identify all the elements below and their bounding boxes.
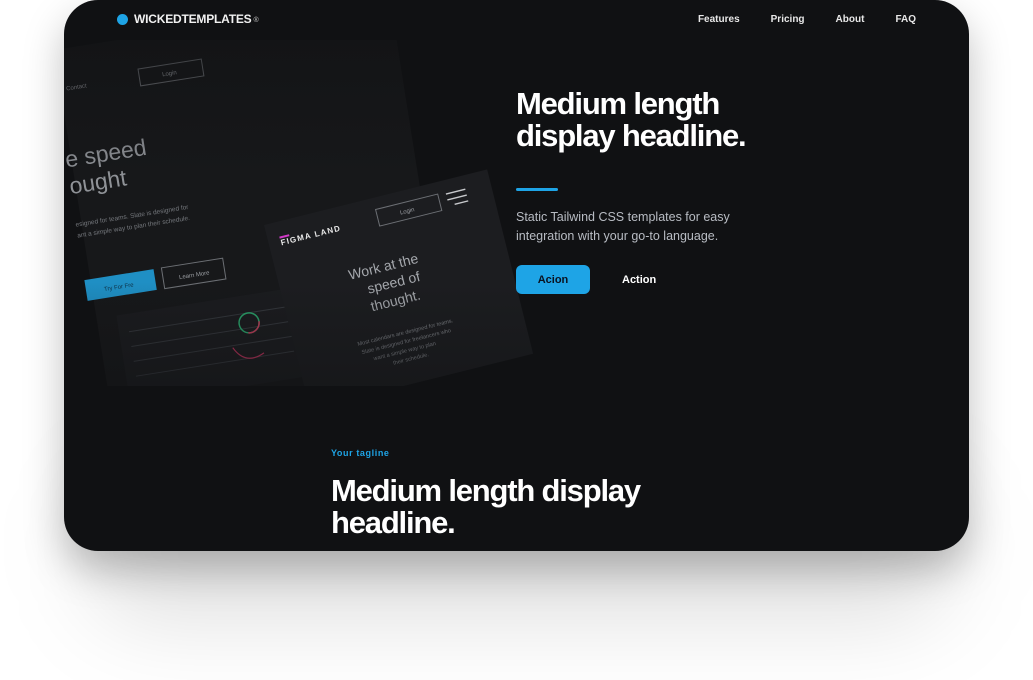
nav-link-pricing[interactable]: Pricing	[771, 14, 805, 25]
hero-content: Medium length display headline. Static T…	[516, 88, 916, 294]
top-nav: WICKEDTEMPLATES ® Features Pricing About…	[64, 0, 969, 40]
nav-links: Features Pricing About FAQ	[698, 14, 916, 25]
hero-actions: Acion Action	[516, 265, 916, 294]
primary-action-button[interactable]: Acion	[516, 265, 590, 294]
hero-title: Medium length display headline.	[516, 88, 916, 152]
nav-link-faq[interactable]: FAQ	[895, 14, 916, 25]
brand-logo[interactable]: WICKEDTEMPLATES ®	[117, 12, 259, 26]
nav-link-about[interactable]: About	[836, 14, 865, 25]
accent-divider	[516, 188, 558, 191]
section-title-line2: headline.	[331, 505, 456, 540]
mockup-illustration: Contact Login e speed ought esigned for …	[64, 40, 534, 386]
registered-mark: ®	[253, 17, 259, 24]
section-title: Medium length display headline.	[331, 475, 831, 539]
secondary-action-link[interactable]: Action	[622, 274, 656, 286]
browser-frame: WICKEDTEMPLATES ® Features Pricing About…	[64, 0, 969, 551]
hero-mockup-image: Contact Login e speed ought esigned for …	[64, 40, 584, 386]
section-title-line1: Medium length display	[331, 473, 641, 508]
section-tagline: Your tagline	[331, 448, 390, 458]
brand-dot-icon	[117, 13, 128, 25]
nav-link-features[interactable]: Features	[698, 14, 740, 25]
brand-name: WICKEDTEMPLATES	[134, 12, 252, 26]
hero-subtitle: Static Tailwind CSS templates for easy i…	[516, 210, 730, 243]
feature-section: Your tagline Medium length display headl…	[331, 448, 831, 539]
hero-title-line2: display headline.	[516, 118, 747, 153]
hero-title-line1: Medium length	[516, 86, 720, 121]
